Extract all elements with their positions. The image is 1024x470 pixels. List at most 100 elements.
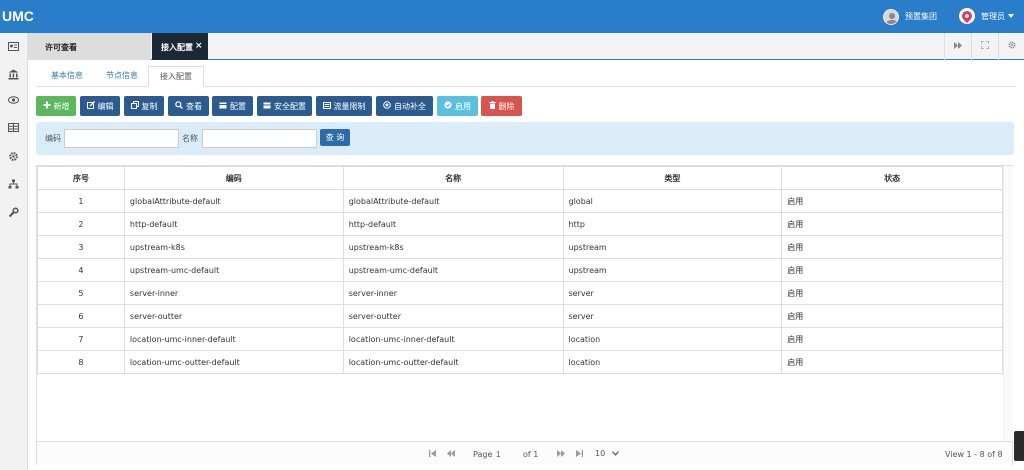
code-label: 编码 — [45, 134, 61, 143]
row-name: server-inner — [342, 281, 564, 305]
config-button[interactable]: 配置 — [212, 96, 253, 116]
forward-icon[interactable] — [944, 33, 970, 60]
row-name: server-outter — [342, 304, 564, 328]
vertical-scrollbar[interactable] — [1003, 166, 1013, 441]
trash-icon — [488, 101, 496, 111]
column-header-index[interactable]: 序号 — [37, 166, 125, 190]
row-name: globalAttribute-default — [342, 189, 564, 213]
search-icon — [175, 101, 183, 111]
row-name: upstream-k8s — [342, 235, 564, 259]
row-index: 2 — [37, 212, 125, 236]
subtab-node-info[interactable]: 节点信息 — [94, 66, 150, 87]
name-label: 名称 — [182, 134, 198, 143]
close-icon[interactable]: × — [195, 41, 203, 51]
page-size-select[interactable]: 10 — [595, 447, 623, 461]
row-name: location-umc-inner-default — [342, 327, 564, 351]
tab-license-view[interactable]: 许可查看 — [28, 33, 151, 60]
row-code: server-outter — [123, 304, 344, 328]
prev-page-icon[interactable] — [447, 450, 455, 459]
row-type: global — [562, 189, 783, 213]
table-row[interactable]: 2 http-default http-default http 启用 — [37, 212, 1003, 236]
table-row[interactable]: 5 server-inner server-inner server 启用 — [37, 281, 1003, 305]
row-index: 6 — [37, 304, 125, 328]
wrench-icon[interactable] — [8, 207, 19, 218]
code-input[interactable] — [64, 129, 179, 148]
gear-icon[interactable] — [8, 151, 19, 162]
column-header-status[interactable]: 状态 — [781, 166, 1003, 190]
row-type: server — [562, 281, 783, 305]
button-label: 编辑 — [97, 101, 114, 111]
table-row[interactable]: 3 upstream-k8s upstream-k8s upstream 启用 — [37, 235, 1003, 259]
query-button[interactable]: 查 询 — [320, 129, 350, 146]
tab-access-config[interactable]: 接入配置 × — [152, 33, 208, 60]
subtab-access-config[interactable]: 接入配置 — [148, 66, 204, 87]
row-code: upstream-umc-default — [123, 258, 344, 282]
name-input[interactable] — [202, 129, 317, 148]
user-name: 管理员 — [981, 11, 1005, 21]
row-status: 启用 — [781, 304, 1003, 328]
button-label: 删除 — [498, 101, 515, 111]
pager: Page of 1 10 View 1 - 8 of 8 — [37, 441, 1012, 465]
row-index: 3 — [37, 235, 125, 259]
column-header-name[interactable]: 名称 — [342, 166, 564, 190]
page-size-value: 10 — [595, 449, 606, 458]
table-row[interactable]: 4 upstream-umc-default upstream-umc-defa… — [37, 258, 1003, 282]
table-row[interactable]: 1 globalAttribute-default globalAttribut… — [37, 189, 1003, 213]
app-logo[interactable]: UMC — [2, 8, 34, 24]
row-code: http-default — [123, 212, 344, 236]
column-header-code[interactable]: 编码 — [123, 166, 344, 190]
row-status: 启用 — [781, 281, 1003, 305]
row-type: upstream — [562, 235, 783, 259]
floating-side-handle[interactable] — [1014, 431, 1024, 461]
row-name: upstream-umc-default — [342, 258, 564, 282]
copy-icon — [130, 101, 139, 111]
traffic-limit-button[interactable]: 流量限制 — [316, 96, 372, 116]
eye-icon[interactable] — [8, 96, 19, 107]
table-row[interactable]: 6 server-outter server-outter server 启用 — [37, 304, 1003, 328]
row-status: 启用 — [781, 212, 1003, 236]
plus-icon — [43, 101, 51, 111]
view-button[interactable]: 查看 — [168, 96, 209, 116]
table-header-row: 序号 编码 名称 类型 状态 — [37, 166, 1003, 190]
tab-label: 许可查看 — [45, 43, 77, 52]
first-page-icon[interactable] — [429, 450, 436, 459]
chevron-down-icon — [1008, 14, 1014, 18]
org-name: 预置集团 — [905, 12, 937, 21]
settings-icon[interactable] — [998, 33, 1024, 60]
row-code: location-umc-inner-default — [123, 327, 344, 351]
org-switcher[interactable]: 预置集团 — [883, 8, 937, 25]
table-row[interactable]: 7 location-umc-inner-default location-um… — [37, 327, 1003, 351]
sitemap-icon[interactable] — [8, 179, 19, 190]
row-index: 8 — [37, 350, 125, 374]
row-code: server-inner — [123, 281, 344, 305]
row-name: http-default — [342, 212, 564, 236]
copy-button[interactable]: 复制 — [124, 96, 164, 116]
autocomplete-button[interactable]: 自动补全 — [376, 96, 433, 116]
delete-button[interactable]: 删除 — [481, 96, 522, 116]
enable-button[interactable]: 启用 — [437, 96, 478, 116]
last-page-icon[interactable] — [576, 450, 583, 459]
fullscreen-icon[interactable] — [971, 33, 997, 60]
table-icon[interactable] — [8, 123, 19, 134]
column-header-type[interactable]: 类型 — [562, 166, 783, 190]
row-index: 1 — [37, 189, 125, 213]
row-code: globalAttribute-default — [123, 189, 344, 213]
id-card-icon[interactable] — [8, 42, 19, 53]
location-pin-icon — [959, 8, 975, 24]
edit-button[interactable]: 编辑 — [80, 96, 120, 116]
row-code: location-umc-outter-default — [123, 350, 344, 374]
row-index: 5 — [37, 281, 125, 305]
row-index: 7 — [37, 327, 125, 351]
security-icon — [263, 102, 271, 111]
config-icon — [219, 102, 227, 111]
user-menu[interactable]: 管理员 — [959, 7, 1014, 25]
add-button[interactable]: 新增 — [36, 96, 76, 116]
next-page-icon[interactable] — [557, 450, 565, 459]
page-number-input[interactable] — [496, 447, 520, 461]
security-config-button[interactable]: 安全配置 — [257, 96, 312, 116]
subtab-basic-info[interactable]: 基本信息 — [36, 66, 98, 87]
bank-icon[interactable] — [8, 69, 19, 80]
page-label: Page — [473, 450, 493, 459]
table-row[interactable]: 8 location-umc-outter-default location-u… — [37, 350, 1003, 374]
search-panel: 编码 名称 查 询 — [36, 122, 1014, 155]
